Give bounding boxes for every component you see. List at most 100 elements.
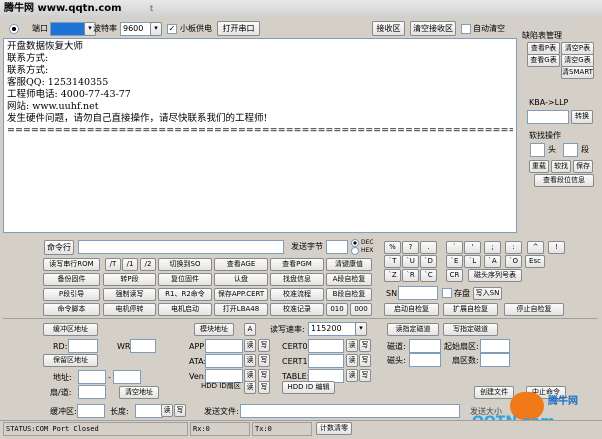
- read-fixed-track-button[interactable]: 读指定磁道: [387, 323, 439, 336]
- hdd-id-read-button[interactable]: 读: [244, 381, 256, 394]
- console-output[interactable]: 开盘数据恢复大师 联系方式: 联系方式: 客服QQ: 1253140355 工程…: [3, 38, 517, 233]
- t-button[interactable]: /T: [105, 258, 121, 271]
- view-age-button[interactable]: 查看AGE: [214, 258, 268, 271]
- key-percent[interactable]: %: [384, 241, 401, 254]
- key-e[interactable]: `E: [446, 255, 463, 268]
- recognize-disk-button[interactable]: 认盘: [214, 273, 268, 286]
- clear-addr-button[interactable]: 清空地址: [119, 386, 159, 399]
- port-radio[interactable]: [9, 24, 19, 34]
- save-disk-checkbox[interactable]: [442, 288, 452, 298]
- key-c[interactable]: `C: [420, 269, 437, 282]
- count-clear-button[interactable]: 计数清零: [316, 422, 352, 435]
- key-cr[interactable]: CR: [446, 269, 463, 282]
- hdd-id-edit-button[interactable]: HDD ID 编辑: [282, 381, 335, 394]
- wr-input[interactable]: [130, 339, 156, 353]
- sn-input[interactable]: [398, 286, 438, 300]
- baud-dropdown-button[interactable]: ▾: [150, 22, 162, 36]
- reset-firmware-button[interactable]: 复位固件: [158, 273, 212, 286]
- save-app-cert-button[interactable]: 保存APP.CERT: [214, 288, 268, 301]
- hex-radio[interactable]: [351, 247, 359, 255]
- start-sector-input[interactable]: [480, 339, 510, 353]
- slash2-button[interactable]: /2: [140, 258, 156, 271]
- key-t[interactable]: `T: [384, 255, 401, 268]
- app-read-button[interactable]: 读: [244, 339, 256, 352]
- turn-p-button[interactable]: 转P段: [103, 273, 156, 286]
- head-input[interactable]: [530, 143, 545, 157]
- cert0-input[interactable]: [308, 339, 344, 353]
- key-semicolon[interactable]: ;: [484, 241, 501, 254]
- buffer-addr-button[interactable]: 缓冲区地址: [43, 323, 98, 336]
- port-select[interactable]: [50, 22, 85, 36]
- reboot-button[interactable]: 重载: [529, 160, 549, 173]
- cert0-write-button[interactable]: 写: [359, 339, 371, 352]
- rate-dropdown-button[interactable]: ▾: [355, 322, 367, 336]
- send-bytes-input[interactable]: [326, 240, 348, 254]
- cmd-line-button[interactable]: 命令行: [44, 240, 74, 255]
- key-z[interactable]: `Z: [384, 269, 401, 282]
- rng-input[interactable]: [78, 385, 106, 399]
- save-area-button[interactable]: 保留区地址: [43, 354, 98, 367]
- motor-stop-button[interactable]: 电机停转: [103, 303, 156, 316]
- force-rw-button[interactable]: 强制读写: [103, 288, 156, 301]
- seg-input[interactable]: [563, 143, 578, 157]
- send-file-input[interactable]: [240, 404, 460, 418]
- length-input[interactable]: [135, 404, 163, 418]
- key-d[interactable]: `D: [420, 255, 437, 268]
- view-g-button[interactable]: 查看G表: [527, 54, 560, 67]
- length-read-button[interactable]: 读: [161, 404, 173, 417]
- a-button[interactable]: A: [244, 323, 256, 336]
- key-r[interactable]: `R: [402, 269, 419, 282]
- motor-start-button[interactable]: 电机启动: [158, 303, 212, 316]
- small-board-checkbox[interactable]: ✓: [167, 24, 177, 34]
- buffer-area-input[interactable]: [77, 404, 105, 418]
- head-field-input[interactable]: [409, 353, 441, 367]
- a-selfcheck-button[interactable]: A段自检复: [326, 273, 372, 286]
- module-addr-button[interactable]: 模块地址: [194, 323, 234, 336]
- ata-input[interactable]: [205, 354, 243, 368]
- app-write-button[interactable]: 写: [258, 339, 270, 352]
- calibrate-log-button[interactable]: 校准记录: [270, 303, 324, 316]
- ata-read-button[interactable]: 读: [244, 354, 256, 367]
- clear-smart-button[interactable]: 清SMART: [561, 66, 594, 79]
- expand-selfcheck-button[interactable]: 扩展自检复: [443, 303, 498, 316]
- addr-input-1[interactable]: [78, 370, 106, 384]
- cmd-input[interactable]: [78, 240, 284, 254]
- cert1-read-button[interactable]: 读: [346, 354, 358, 367]
- start-selfcheck-button[interactable]: 启动自检复: [384, 303, 439, 316]
- code-010-button[interactable]: 010: [326, 303, 348, 316]
- key-colon[interactable]: :: [505, 241, 522, 254]
- key-u[interactable]: `U: [402, 255, 419, 268]
- slash1-button[interactable]: /1: [122, 258, 138, 271]
- cert1-write-button[interactable]: 写: [359, 354, 371, 367]
- switch-so-button[interactable]: 切换到SO: [158, 258, 212, 271]
- key-esc[interactable]: Esc: [525, 255, 545, 268]
- table-write-button[interactable]: 写: [359, 369, 371, 382]
- open-lba48-button[interactable]: 打开LBA48: [214, 303, 268, 316]
- ata-write-button[interactable]: 写: [258, 354, 270, 367]
- length-write-button[interactable]: 写: [174, 404, 186, 417]
- cmd-script-button[interactable]: 命令脚本: [43, 303, 100, 316]
- auto-clear-checkbox[interactable]: [461, 24, 471, 34]
- dec-radio[interactable]: [351, 239, 359, 247]
- sector-count-input[interactable]: [480, 353, 510, 367]
- view-seg-button[interactable]: 查看段位信息: [534, 174, 594, 187]
- p-boot-button[interactable]: P段引导: [43, 288, 100, 301]
- rw-serial-rom-button[interactable]: 读写串行ROM: [43, 258, 100, 271]
- b-selfcheck-button[interactable]: B段自检复: [326, 288, 372, 301]
- key-backtick[interactable]: `: [446, 241, 463, 254]
- key-o[interactable]: `O: [505, 255, 522, 268]
- key-dot[interactable]: .: [420, 241, 437, 254]
- track-input[interactable]: [409, 339, 441, 353]
- save-button[interactable]: 保存: [573, 160, 593, 173]
- write-fixed-track-button[interactable]: 写指定磁道: [443, 323, 498, 336]
- code-000-button[interactable]: 000: [350, 303, 372, 316]
- addr-input-2[interactable]: [113, 370, 141, 384]
- soft-find-button[interactable]: 软找: [551, 160, 571, 173]
- app-input[interactable]: [205, 339, 243, 353]
- key-a[interactable]: `A: [484, 255, 501, 268]
- clear-health-button[interactable]: 清键康值: [326, 258, 372, 271]
- key-exclaim[interactable]: !: [548, 241, 565, 254]
- view-pgm-button[interactable]: 查看PGM: [270, 258, 324, 271]
- head-serial-button[interactable]: 磁头序列号表: [468, 269, 522, 282]
- open-port-button[interactable]: 打开串口: [217, 21, 260, 36]
